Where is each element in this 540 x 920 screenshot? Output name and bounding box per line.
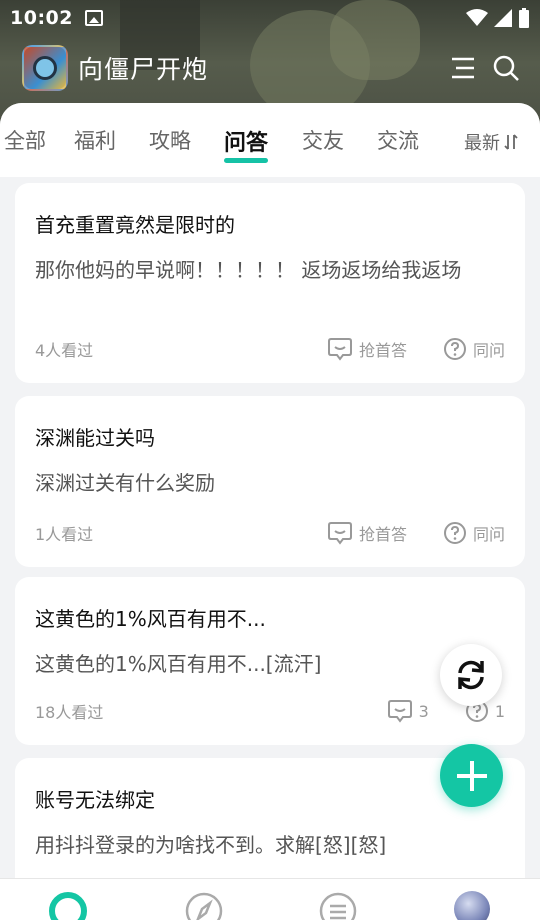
tab-qa[interactable]: 问答: [224, 125, 269, 163]
question-mark-icon: [443, 338, 466, 360]
sort-label: 最新: [464, 133, 500, 154]
question-mark-icon: [443, 522, 466, 544]
view-count: 18人看过: [35, 703, 104, 722]
question-detail: 用抖抖登录的为啥找不到。求解[怒][怒]: [35, 833, 387, 857]
same-question-button[interactable]: 同问: [443, 337, 505, 361]
new-question-button[interactable]: [440, 744, 503, 807]
nav-list-icon[interactable]: [318, 891, 358, 920]
first-answer-label: 抢首答: [358, 341, 407, 360]
tab-all[interactable]: 全部: [4, 125, 46, 155]
first-answer-button[interactable]: 抢首答: [327, 337, 407, 361]
comment-icon: [387, 700, 412, 723]
refresh-button[interactable]: [440, 644, 502, 706]
view-count: 4人看过: [35, 341, 94, 360]
bottom-navigation: [0, 878, 540, 920]
same-question-label: 同问: [472, 341, 505, 360]
question-title: 这黄色的1%风百有用不...: [35, 607, 266, 631]
question-card[interactable]: 深渊能过关吗 深渊过关有什么奖励 1人看过 抢首答 同问: [15, 396, 525, 567]
nav-profile-avatar[interactable]: [454, 891, 490, 920]
search-icon[interactable]: [492, 54, 520, 82]
nav-discover-icon[interactable]: [184, 891, 224, 920]
comment-icon: [327, 522, 352, 545]
sort-button[interactable]: 最新: [464, 129, 518, 155]
same-question-count: 1: [494, 701, 505, 721]
first-answer-label: 抢首答: [358, 525, 407, 544]
first-answer-button[interactable]: 抢首答: [327, 521, 407, 545]
question-detail: 这黄色的1%风百有用不...[流汗]: [35, 652, 322, 676]
comment-icon: [327, 338, 352, 361]
image-notification-icon: [84, 10, 103, 26]
wifi-icon: [466, 9, 488, 26]
question-card[interactable]: 首充重置竟然是限时的 那你他妈的早说啊！！！！！ 返场返场给我返场 4人看过 抢…: [15, 183, 525, 383]
same-question-label: 同问: [472, 525, 505, 544]
question-title: 账号无法绑定: [35, 788, 155, 812]
plus-icon: [456, 760, 487, 791]
game-title: 向僵尸开炮: [78, 55, 209, 84]
question-title: 深渊能过关吗: [35, 426, 155, 450]
answer-count-button[interactable]: 3: [387, 699, 429, 723]
refresh-icon: [458, 660, 484, 690]
tab-discussion[interactable]: 交流: [377, 125, 419, 155]
same-question-button[interactable]: 同问: [443, 521, 505, 545]
battery-icon: [519, 8, 529, 28]
question-detail: 那你他妈的早说啊！！！！！ 返场返场给我返场: [35, 258, 462, 282]
signal-icon: [494, 9, 512, 27]
nav-home-icon[interactable]: [48, 891, 88, 920]
sort-icon: [504, 134, 518, 150]
status-bar: 10:02: [0, 0, 540, 36]
game-logo[interactable]: [22, 45, 68, 91]
tab-friends[interactable]: 交友: [302, 125, 344, 155]
app-title-bar: 向僵尸开炮: [22, 44, 520, 92]
tab-guide[interactable]: 攻略: [149, 125, 191, 155]
question-title: 首充重置竟然是限时的: [35, 213, 235, 237]
question-detail: 深渊过关有什么奖励: [35, 471, 215, 495]
category-tabs: 全部 福利 攻略 问答 交友 交流 最新: [0, 103, 540, 177]
view-count: 1人看过: [35, 525, 94, 544]
answer-count: 3: [418, 701, 429, 721]
tab-welfare[interactable]: 福利: [74, 125, 116, 155]
menu-icon[interactable]: [448, 55, 476, 81]
status-time: 10:02: [10, 7, 73, 29]
